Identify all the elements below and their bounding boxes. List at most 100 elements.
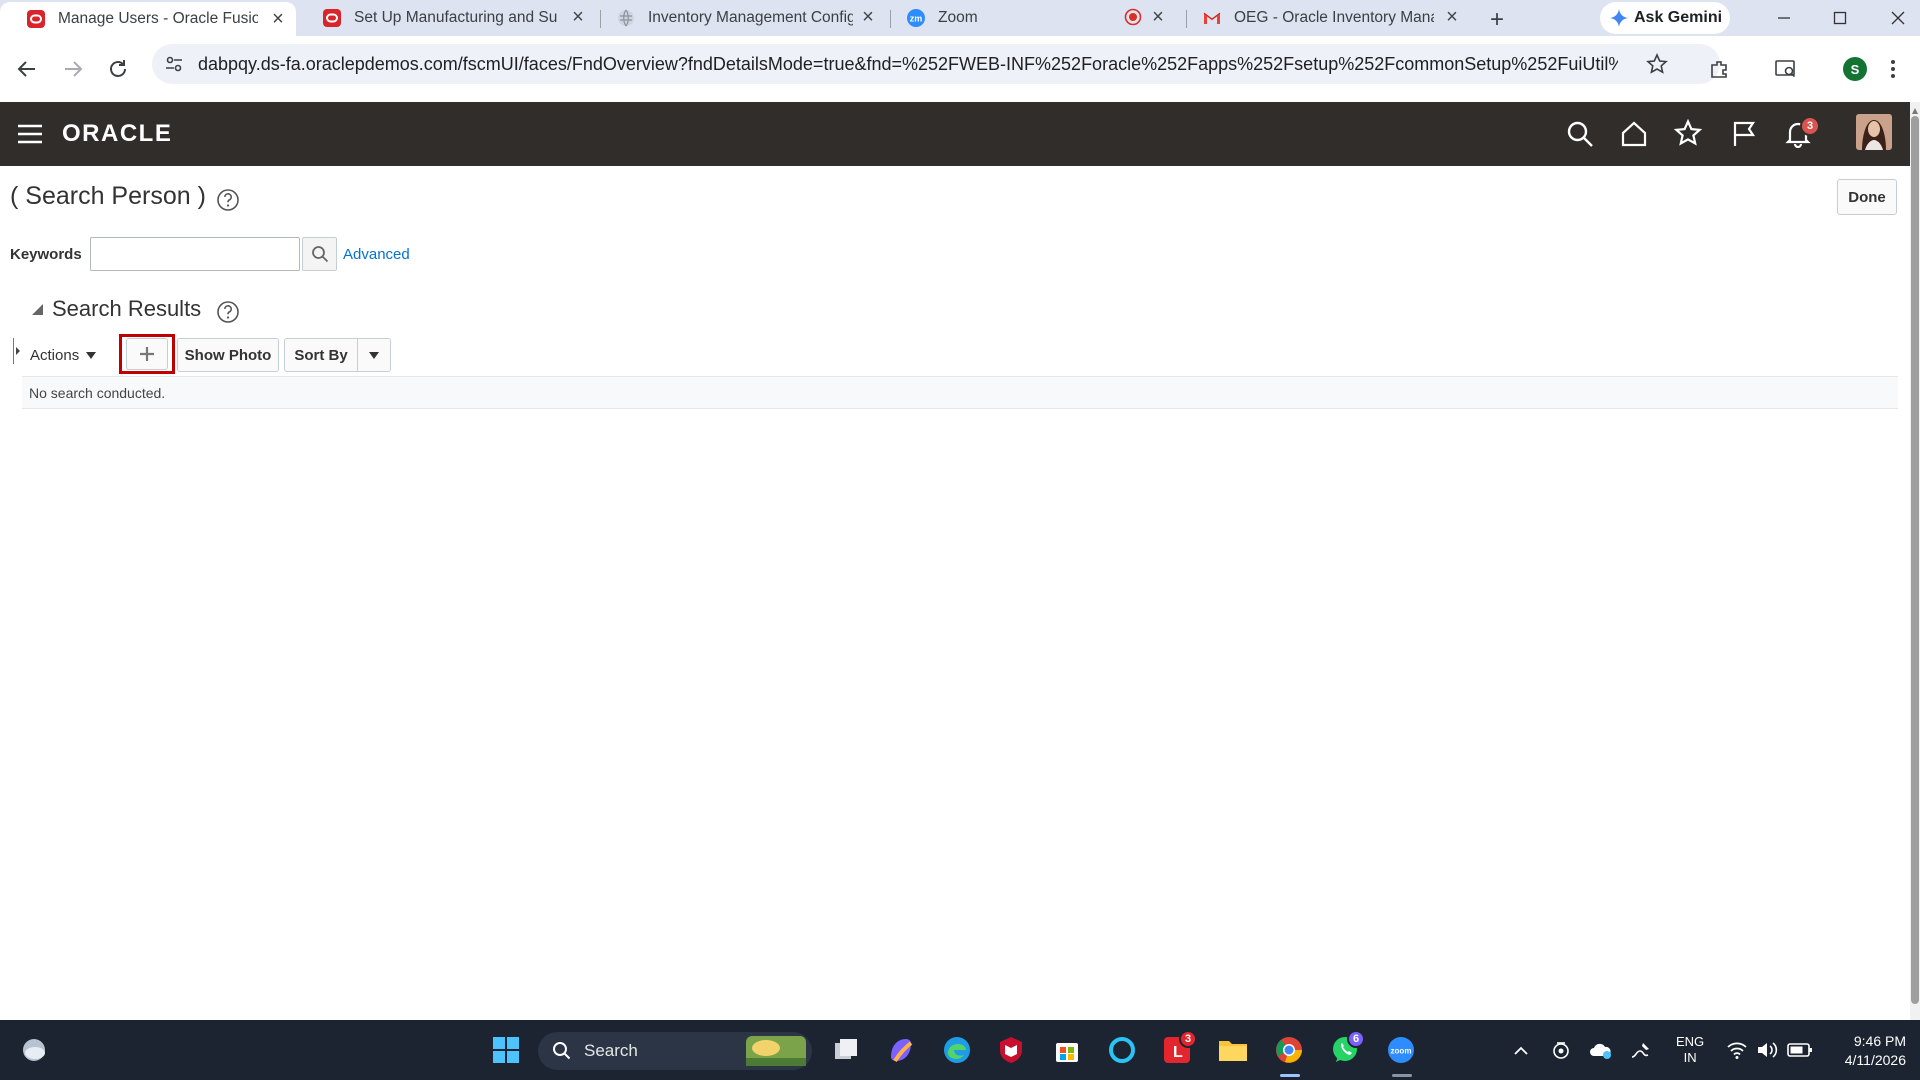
chrome-browser-icon[interactable]	[1269, 1030, 1309, 1070]
zoom-favicon-icon: zm	[906, 8, 926, 28]
dropdown-arrow-icon	[85, 350, 97, 360]
tab-title: OEG - Oracle Inventory Manag	[1234, 9, 1434, 26]
collapse-triangle-icon[interactable]	[30, 302, 44, 316]
edge-browser-icon[interactable]	[937, 1030, 977, 1070]
profile-avatar[interactable]: S	[1843, 57, 1867, 81]
language-code: ENG	[1676, 1034, 1705, 1049]
windows-start-icon[interactable]	[486, 1030, 526, 1070]
clock-date: 4/11/2026	[1844, 1052, 1906, 1068]
page-content: ( Search Person ) Done Keywords Advanced…	[0, 166, 1910, 1020]
maximize-window-icon[interactable]	[1830, 8, 1850, 28]
minimize-window-icon[interactable]	[1774, 8, 1794, 28]
pen-ink-icon[interactable]	[1629, 1039, 1653, 1061]
search-button[interactable]	[302, 237, 337, 271]
results-table-body: No search conducted.	[22, 377, 1898, 409]
tab-title: Inventory Management Config	[648, 9, 853, 26]
help-icon[interactable]	[216, 300, 240, 324]
done-button[interactable]: Done	[1837, 179, 1897, 215]
panel-splitter-handle[interactable]	[13, 338, 22, 364]
mcafee-icon[interactable]	[991, 1030, 1031, 1070]
weather-widget-icon[interactable]	[14, 1030, 54, 1070]
task-view-icon[interactable]	[826, 1030, 866, 1070]
language-indicator[interactable]: ENG IN	[1676, 1034, 1704, 1066]
page-scrollbar[interactable]	[1910, 102, 1920, 1020]
browser-toolbar: dabpqy.ds-fa.oraclepdemos.com/fscmUI/fac…	[0, 36, 1920, 102]
bookmark-star-icon[interactable]	[1646, 53, 1668, 75]
tab-zoom[interactable]: zm Zoom ×	[880, 0, 1176, 36]
user-avatar[interactable]	[1856, 114, 1892, 150]
back-icon[interactable]	[16, 58, 38, 80]
site-info-icon[interactable]	[164, 54, 184, 74]
keywords-input[interactable]	[90, 237, 300, 271]
windows-taskbar: Search L 3 6 zoom ENG IN 9:46 PM 4/11/20…	[0, 1020, 1920, 1080]
search-icon	[311, 245, 329, 263]
file-explorer-icon[interactable]	[1213, 1030, 1253, 1070]
new-tab-button[interactable]: +	[1490, 6, 1504, 34]
extensions-icon[interactable]	[1708, 58, 1730, 80]
tab-manage-users[interactable]: Manage Users - Oracle Fusion ×	[0, 2, 296, 36]
whatsapp-badge: 6	[1347, 1030, 1365, 1048]
scroll-up-arrow-icon[interactable]	[1912, 108, 1918, 114]
show-hidden-icons-chevron-icon[interactable]	[1512, 1042, 1530, 1058]
scrollbar-thumb[interactable]	[1911, 116, 1919, 1004]
svg-text:L: L	[1173, 1044, 1183, 1061]
dropdown-arrow-icon	[368, 350, 380, 360]
search-icon	[552, 1041, 572, 1061]
tab-setup-manufacturing[interactable]: Set Up Manufacturing and Su ×	[296, 0, 596, 36]
chrome-active-indicator	[1280, 1074, 1300, 1077]
svg-text:zoom: zoom	[1391, 1047, 1412, 1056]
plus-icon	[138, 345, 156, 363]
close-tab-icon[interactable]: ×	[568, 7, 588, 27]
wifi-icon[interactable]	[1726, 1039, 1748, 1061]
taskbar-search-box[interactable]: Search	[538, 1032, 812, 1070]
help-icon[interactable]	[216, 188, 240, 212]
zoom-app-icon[interactable]: zoom	[1381, 1030, 1421, 1070]
tab-inventory-config[interactable]: Inventory Management Config ×	[590, 0, 886, 36]
oracle-global-header: ORACLE 3	[0, 102, 1910, 166]
reload-icon[interactable]	[107, 58, 129, 80]
cortana-icon[interactable]	[1102, 1030, 1142, 1070]
close-window-icon[interactable]	[1888, 8, 1908, 28]
favorites-star-icon[interactable]	[1674, 119, 1702, 147]
tab-search-icon[interactable]	[1774, 58, 1798, 80]
watchlist-flag-icon[interactable]	[1730, 120, 1758, 148]
zoom-running-indicator	[1392, 1074, 1412, 1077]
copilot-icon[interactable]	[881, 1030, 921, 1070]
browser-menu-icon[interactable]	[1890, 58, 1896, 80]
actions-label: Actions	[30, 346, 80, 364]
lightroom-badge: 3	[1179, 1030, 1197, 1048]
tab-title: Set Up Manufacturing and Su	[354, 9, 558, 26]
notification-count-badge: 3	[1800, 116, 1820, 136]
hamburger-menu-icon[interactable]	[16, 123, 44, 145]
actions-menu[interactable]: Actions	[30, 338, 97, 372]
oracle-favicon-icon	[26, 9, 46, 29]
close-tab-icon[interactable]: ×	[1442, 7, 1462, 27]
close-tab-icon[interactable]: ×	[858, 7, 878, 27]
oracle-favicon-icon	[322, 8, 342, 28]
ask-gemini-button[interactable]: Ask Gemini	[1600, 2, 1730, 34]
show-photo-button[interactable]: Show Photo	[177, 338, 279, 372]
tab-gmail-oeg[interactable]: OEG - Oracle Inventory Manag ×	[1176, 0, 1470, 36]
camera-privacy-icon[interactable]	[1550, 1039, 1572, 1061]
address-bar[interactable]: dabpqy.ds-fa.oraclepdemos.com/fscmUI/fac…	[152, 44, 1720, 84]
gmail-favicon-icon	[1202, 8, 1222, 28]
microsoft-store-icon[interactable]	[1047, 1030, 1087, 1070]
clock-time: 9:46 PM	[1853, 1033, 1906, 1049]
system-clock[interactable]: 9:46 PM 4/11/2026	[1826, 1032, 1906, 1070]
region-code: IN	[1683, 1050, 1697, 1065]
close-tab-icon[interactable]: ×	[1148, 7, 1168, 27]
close-tab-icon[interactable]: ×	[268, 9, 288, 29]
battery-icon[interactable]	[1787, 1040, 1813, 1060]
volume-icon[interactable]	[1756, 1039, 1778, 1061]
sort-by-button[interactable]: Sort By	[284, 338, 358, 372]
gemini-sparkle-icon	[1610, 9, 1628, 27]
forward-icon[interactable]	[62, 58, 84, 80]
onedrive-cloud-icon[interactable]	[1589, 1039, 1613, 1061]
sort-by-dropdown[interactable]	[357, 338, 391, 372]
search-icon[interactable]	[1566, 120, 1594, 148]
page-title: ( Search Person )	[10, 182, 206, 210]
oracle-logo[interactable]: ORACLE	[62, 120, 172, 148]
home-icon[interactable]	[1620, 120, 1648, 148]
advanced-search-link[interactable]: Advanced	[343, 246, 410, 263]
create-button[interactable]	[126, 338, 168, 370]
